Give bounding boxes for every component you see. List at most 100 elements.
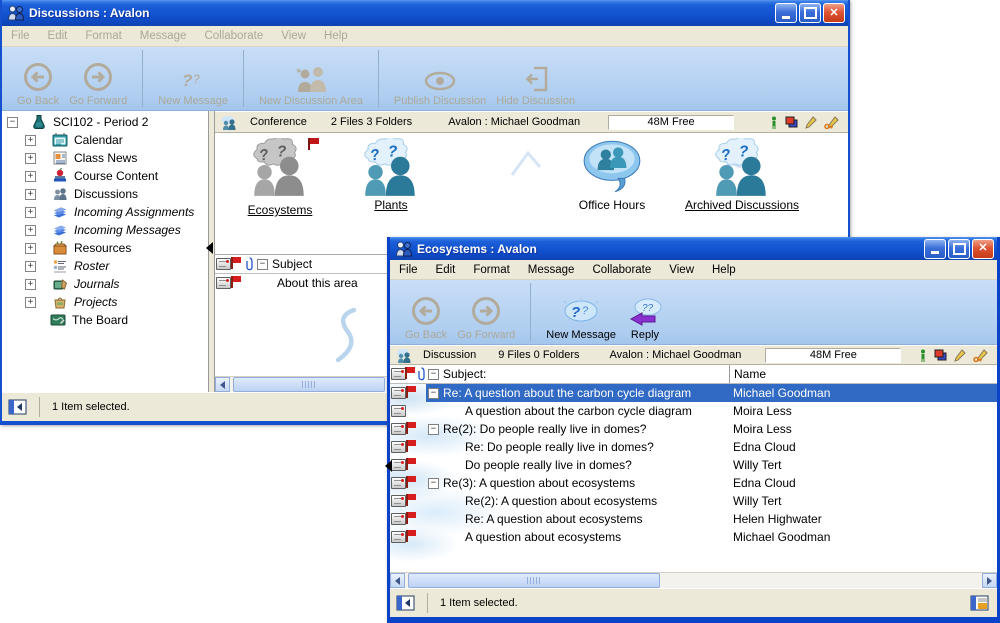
collapse-pane-icon[interactable] <box>385 460 392 472</box>
desktop-icon-archived-discussions[interactable]: ? ? Archived Discussions <box>667 138 817 212</box>
menu-edit[interactable]: Edit <box>39 30 77 42</box>
menu-file[interactable]: File <box>2 30 39 42</box>
menu-collaborate[interactable]: Collaborate <box>583 264 660 276</box>
expand-icon[interactable]: + <box>25 297 36 308</box>
toggle-panel-button[interactable] <box>8 399 27 415</box>
tree-item-the-board[interactable]: The Board <box>2 311 208 329</box>
collapse-thread-icon[interactable]: − <box>428 388 439 399</box>
free-space: 48M Free <box>608 115 734 130</box>
tree-item-resources[interactable]: + Resources <box>2 239 208 257</box>
reply-button[interactable]: ?? Reply <box>621 298 669 341</box>
scroll-left-button[interactable] <box>215 377 230 392</box>
menu-view[interactable]: View <box>272 30 315 42</box>
menu-view[interactable]: View <box>660 264 703 276</box>
panel-toggle-icon <box>396 595 415 611</box>
expand-icon[interactable]: + <box>25 135 36 146</box>
tree-item-course-content[interactable]: + Course Content <box>2 167 208 185</box>
new-message-button[interactable]: ? ? New Message <box>153 68 233 107</box>
go-forward-button[interactable]: Go Forward <box>452 296 520 341</box>
list-header[interactable]: − Subject: Name <box>390 365 997 384</box>
message-row[interactable]: Do people really live in domes? Willy Te… <box>390 456 997 474</box>
go-back-button[interactable]: Go Back <box>12 62 64 107</box>
pane-splitter[interactable] <box>209 111 214 392</box>
tree-item-discussions[interactable]: + Discussions <box>2 185 208 203</box>
expand-icon[interactable]: + <box>25 225 36 236</box>
menu-collaborate[interactable]: Collaborate <box>195 30 272 42</box>
expand-icon[interactable]: + <box>25 189 36 200</box>
message-row[interactable]: − Re(3): A question about ecosystems Edn… <box>390 474 997 492</box>
expand-icon[interactable]: + <box>25 279 36 290</box>
expand-icon[interactable]: + <box>25 153 36 164</box>
calendar-icon <box>52 132 68 148</box>
new-discussion-area-button[interactable]: ✶ New Discussion Area <box>254 66 368 107</box>
expand-icon[interactable]: + <box>25 207 36 218</box>
collapse-all-icon[interactable]: − <box>428 369 439 380</box>
app-icon <box>395 241 413 257</box>
scrollbar-thumb[interactable] <box>233 377 385 392</box>
tree-item-class-news[interactable]: + Class News <box>2 149 208 167</box>
menu-message[interactable]: Message <box>519 264 584 276</box>
menu-message[interactable]: Message <box>131 30 196 42</box>
message-row[interactable]: Re: Do people really live in domes? Edna… <box>390 438 997 456</box>
message-row[interactable]: A question about the carbon cycle diagra… <box>390 402 997 420</box>
message-subject: About this area <box>277 276 358 290</box>
message-row[interactable]: − Re(2): Do people really live in domes?… <box>390 420 997 438</box>
new-message-button[interactable]: ? ? New Message <box>541 298 621 341</box>
maximize-button[interactable] <box>799 3 821 23</box>
message-sender: Edna Cloud <box>733 476 796 490</box>
message-list: − Re: A question about the carbon cycle … <box>390 384 997 572</box>
horizontal-scrollbar[interactable] <box>390 572 997 588</box>
menu-format[interactable]: Format <box>464 264 518 276</box>
menu-help[interactable]: Help <box>315 30 357 42</box>
tree-item-sci102[interactable]: − SCI102 - Period 2 <box>2 113 208 131</box>
tree-item-label: Calendar <box>74 133 123 147</box>
minimize-button[interactable] <box>924 239 946 259</box>
titlebar[interactable]: Discussions : Avalon ✕ <box>2 0 848 26</box>
menu-format[interactable]: Format <box>76 30 130 42</box>
collapse-icon[interactable]: − <box>7 117 18 128</box>
menu-file[interactable]: File <box>390 264 427 276</box>
message-row[interactable]: Re: A question about ecosystems Helen Hi… <box>390 510 997 528</box>
tree-item-incoming-messages[interactable]: + Incoming Messages <box>2 221 208 239</box>
collapse-pane-icon[interactable] <box>206 242 213 254</box>
menu-help[interactable]: Help <box>703 264 745 276</box>
discussion-people-icon: ? ? <box>709 138 775 196</box>
view-options-button[interactable] <box>970 595 989 611</box>
tree-item-label: Incoming Messages <box>74 223 181 237</box>
hide-discussion-button[interactable]: Hide Discussion <box>491 66 580 107</box>
tree-item-projects[interactable]: + Projects <box>2 293 208 311</box>
scroll-right-button[interactable] <box>982 573 997 588</box>
message-row[interactable]: − Re: A question about the carbon cycle … <box>390 384 997 402</box>
desktop-icon-ecosystems[interactable]: ? ? Ecosystems <box>220 138 340 217</box>
go-forward-button[interactable]: Go Forward <box>64 62 132 107</box>
collapse-thread-icon[interactable]: − <box>428 424 439 435</box>
message-row[interactable]: A question about ecosystems Michael Good… <box>390 528 997 546</box>
desktop-icon-office-hours[interactable]: Office Hours <box>552 138 672 212</box>
tree-item-incoming-assignments[interactable]: + Incoming Assignments <box>2 203 208 221</box>
tree-item-journals[interactable]: + Journals <box>2 275 208 293</box>
name-column-header[interactable]: Name <box>729 365 766 383</box>
server-user: Avalon : Michael Goodman <box>610 349 742 361</box>
close-button[interactable]: ✕ <box>972 239 994 259</box>
close-button[interactable]: ✕ <box>823 3 845 23</box>
tree-item-calendar[interactable]: + Calendar <box>2 131 208 149</box>
message-row[interactable]: Re(2): A question about ecosystems Willy… <box>390 492 997 510</box>
scrollbar-thumb[interactable] <box>408 573 660 588</box>
tree-item-label: Projects <box>74 295 117 309</box>
go-back-button[interactable]: Go Back <box>400 296 452 341</box>
toggle-panel-button[interactable] <box>396 595 415 611</box>
edit-pencil-icon <box>954 349 966 362</box>
desktop-icon-plants[interactable]: ? ? Plants <box>331 138 451 212</box>
minimize-button[interactable] <box>775 3 797 23</box>
expand-icon[interactable]: + <box>25 261 36 272</box>
publish-discussion-button[interactable]: Publish Discussion <box>389 70 491 107</box>
collapse-all-icon[interactable]: − <box>257 259 268 270</box>
scroll-left-button[interactable] <box>390 573 405 588</box>
maximize-button[interactable] <box>948 239 970 259</box>
expand-icon[interactable]: + <box>25 171 36 182</box>
collapse-thread-icon[interactable]: − <box>428 478 439 489</box>
expand-icon[interactable]: + <box>25 243 36 254</box>
titlebar[interactable]: Ecosystems : Avalon ✕ <box>390 237 997 260</box>
menu-edit[interactable]: Edit <box>427 264 465 276</box>
tree-item-roster[interactable]: + Roster <box>2 257 208 275</box>
